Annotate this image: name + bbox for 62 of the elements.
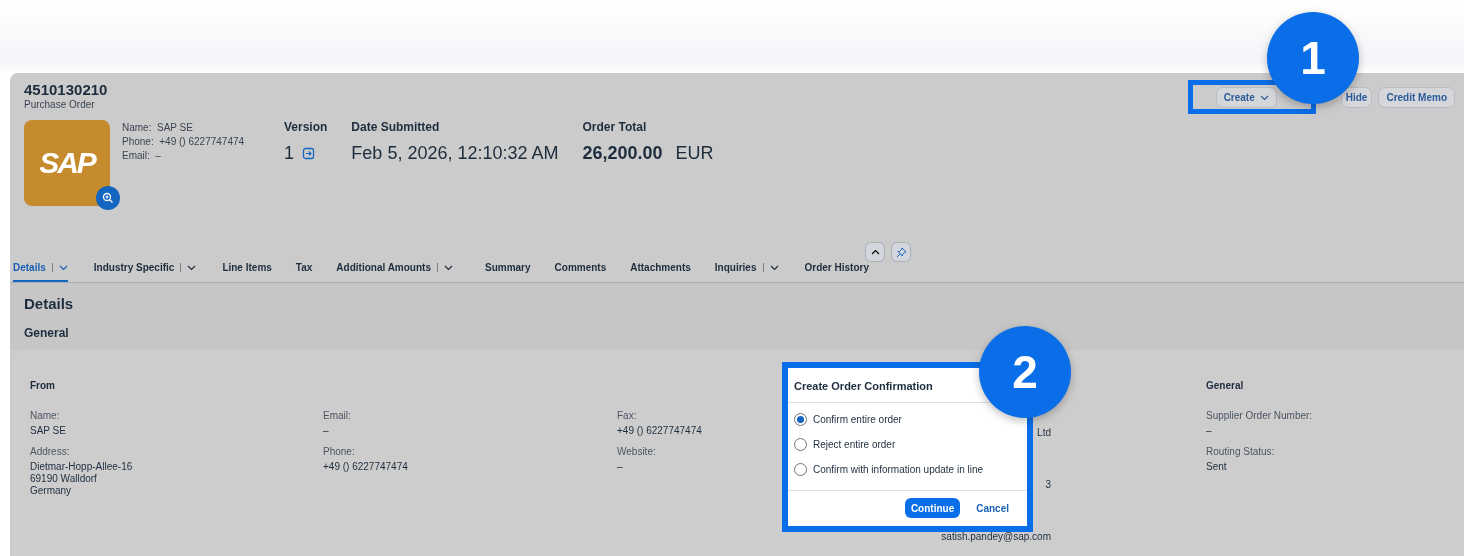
- summary-label: Date Submitted: [351, 120, 441, 134]
- field-label: Email:: [323, 410, 351, 421]
- field-label: Address:: [30, 446, 70, 457]
- summary-label: Order Total: [582, 120, 648, 134]
- section-title: Details: [24, 295, 75, 312]
- zoom-icon[interactable]: [96, 186, 120, 210]
- menu-button[interactable]: Create: [1215, 87, 1277, 108]
- field-label: Phone:: [323, 446, 355, 457]
- version-number: 1: [284, 143, 294, 164]
- continue-button[interactable]: Continue: [904, 498, 961, 518]
- tab[interactable]: Order History: [804, 262, 869, 282]
- tab[interactable]: Inquiries: [714, 262, 779, 282]
- action-button[interactable]: Credit Memo: [1378, 87, 1455, 108]
- group-title: From: [30, 380, 56, 393]
- radio-label[interactable]: Confirm with information update in line: [813, 464, 984, 475]
- tab[interactable]: Line Items: [222, 262, 272, 282]
- field-value: –: [323, 425, 329, 437]
- collapse-button[interactable]: [865, 242, 885, 262]
- summary-value: Feb 5, 2026, 12:10:32 AM: [351, 143, 559, 164]
- field-value: 3: [1045, 479, 1051, 492]
- supplier-info: Phone: +49 () 6227747474: [122, 136, 246, 147]
- order-number: 4510130210: [24, 81, 108, 99]
- pin-icon: [895, 246, 907, 258]
- field-value: –: [617, 461, 623, 473]
- radio-button[interactable]: [794, 413, 807, 426]
- field-label: Routing Status:: [1206, 446, 1275, 457]
- field-value: satish.pandey@sap.com: [941, 531, 1051, 544]
- chevron-up-icon: [870, 249, 880, 255]
- field-value: SAP SE: [30, 425, 66, 437]
- summary-label: Version: [284, 120, 328, 134]
- action-button[interactable]: Hide: [1340, 87, 1373, 108]
- supplier-info: Email: –: [122, 150, 162, 161]
- field-value: Dietmar-Hopp-Allee-16 69190 Walldorf Germany: [30, 461, 133, 497]
- tab[interactable]: Attachments: [630, 262, 691, 282]
- cancel-button[interactable]: Cancel: [970, 498, 1015, 518]
- radio-button[interactable]: [794, 463, 807, 476]
- chevron-down-icon: [1259, 94, 1269, 101]
- object-type: Purchase Order: [24, 99, 96, 110]
- field-value: –: [1206, 425, 1212, 437]
- field-label: Supplier Order Number:: [1206, 410, 1313, 421]
- order-amount: 26,200.00: [582, 143, 663, 164]
- pin-button[interactable]: [891, 242, 911, 262]
- tab[interactable]: Tax: [295, 262, 313, 282]
- field-label: Fax:: [617, 410, 637, 421]
- field-value: Sent: [1206, 461, 1227, 473]
- field-value: Ltd: [1037, 427, 1051, 440]
- currency: EUR: [675, 143, 714, 164]
- radio-label[interactable]: Confirm entire order: [813, 414, 902, 425]
- tab[interactable]: Industry Specific: [93, 262, 197, 282]
- tab[interactable]: Summary: [484, 262, 531, 282]
- subsection-title: General: [24, 326, 70, 340]
- field-label: Website:: [617, 446, 656, 457]
- tab[interactable]: Additional Amounts: [336, 262, 453, 282]
- tab[interactable]: Comments: [554, 262, 607, 282]
- field-label: Name:: [30, 410, 60, 421]
- field-value: +49 () 6227747474: [617, 425, 702, 437]
- field-value: +49 () 6227747474: [323, 461, 408, 473]
- group-title: General: [1206, 380, 1245, 393]
- radio-button[interactable]: [794, 438, 807, 451]
- version-history-icon[interactable]: [302, 147, 315, 160]
- supplier-info: Name: SAP SE: [122, 122, 194, 133]
- radio-label[interactable]: Reject entire order: [813, 439, 896, 450]
